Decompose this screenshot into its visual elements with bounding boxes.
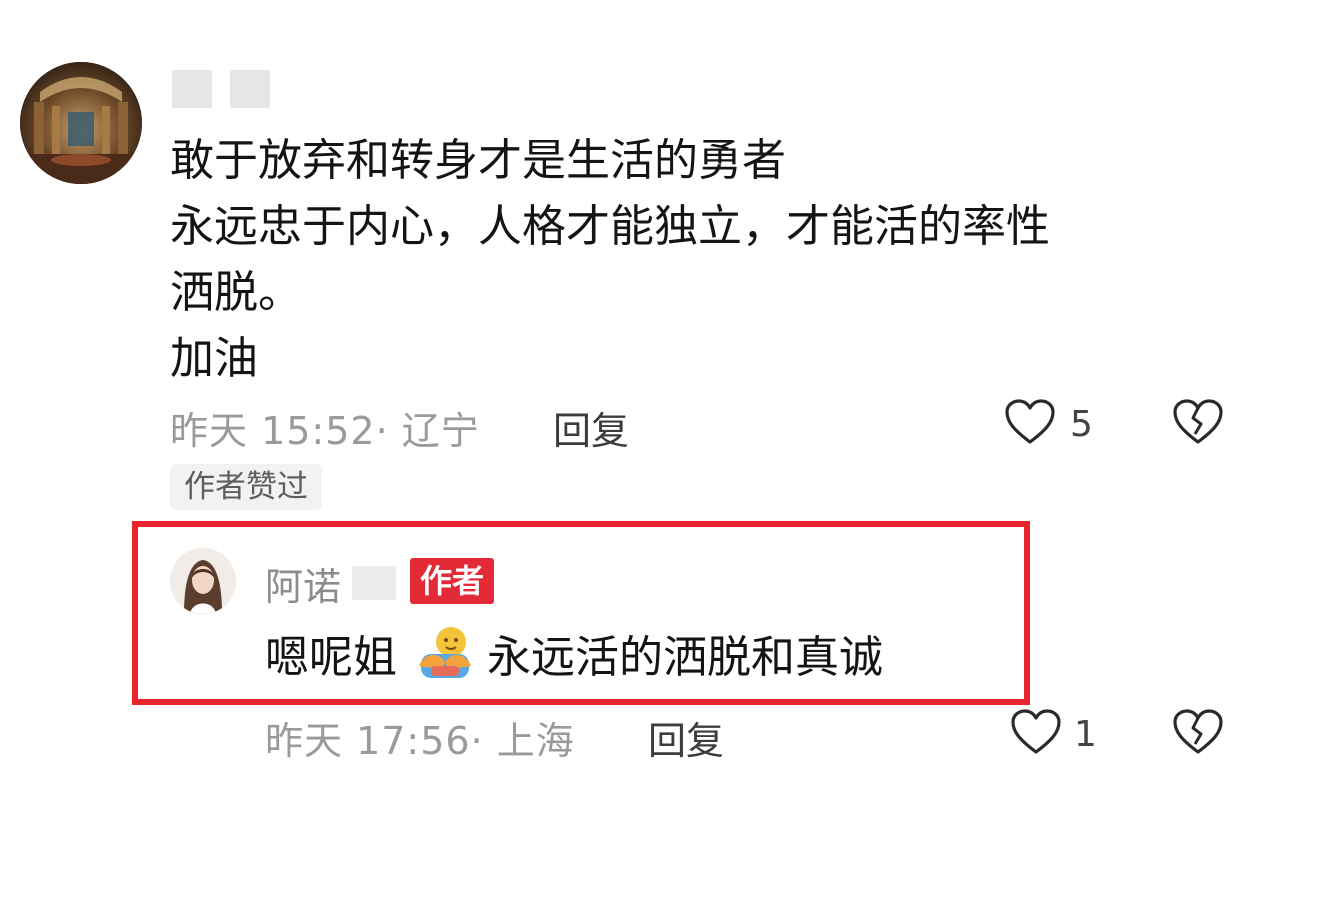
author-avatar[interactable] <box>170 548 236 614</box>
comment-line: 永远忠于内心，人格才能独立，才能活的率性 <box>170 201 1050 252</box>
hug-emoji-icon <box>415 622 475 682</box>
building-interior-avatar-icon <box>20 62 142 184</box>
comment-line: 加油 <box>170 333 258 384</box>
comment-line: 敢于放弃和转身才是生活的勇者 <box>170 135 786 186</box>
like-count: 5 <box>1070 404 1093 445</box>
author-name-redacted <box>352 566 396 600</box>
reply-dislike-button[interactable] <box>1172 708 1224 756</box>
heart-icon <box>1005 399 1055 444</box>
author-badge: 作者 <box>410 558 495 604</box>
heart-icon <box>1011 709 1061 754</box>
reply-text-before-emoji: 嗯呢姐 <box>265 632 397 683</box>
reply-text-after-emoji: 永远活的洒脱和真诚 <box>487 632 883 683</box>
comment-line: 洒脱。 <box>170 267 302 318</box>
comment-body: 敢于放弃和转身才是生活的勇者 永远忠于内心，人格才能独立，才能活的率性 洒脱。 … <box>170 128 1250 392</box>
dislike-button[interactable] <box>1172 398 1224 446</box>
reply-meta: 昨天 17:56· 上海 <box>265 719 575 763</box>
broken-heart-icon <box>1173 709 1223 754</box>
liked-by-author-tag: 作者赞过 <box>170 464 322 510</box>
reply-button[interactable]: 回复 <box>553 400 629 455</box>
commenter-avatar[interactable] <box>20 62 142 184</box>
reply-like-button[interactable] <box>1010 708 1062 756</box>
author-name[interactable]: 阿诺 <box>265 556 341 611</box>
commenter-name-redacted <box>172 70 270 110</box>
comment-meta: 昨天 15:52· 辽宁 <box>170 409 480 453</box>
woman-portrait-avatar-icon <box>170 548 236 614</box>
broken-heart-icon <box>1173 399 1223 444</box>
reply-to-reply-button[interactable]: 回复 <box>648 710 724 765</box>
author-reply-body: 嗯呢姐 永远活的洒脱和真诚 <box>265 622 883 691</box>
reply-like-count: 1 <box>1074 714 1097 755</box>
like-button[interactable] <box>1004 398 1056 446</box>
